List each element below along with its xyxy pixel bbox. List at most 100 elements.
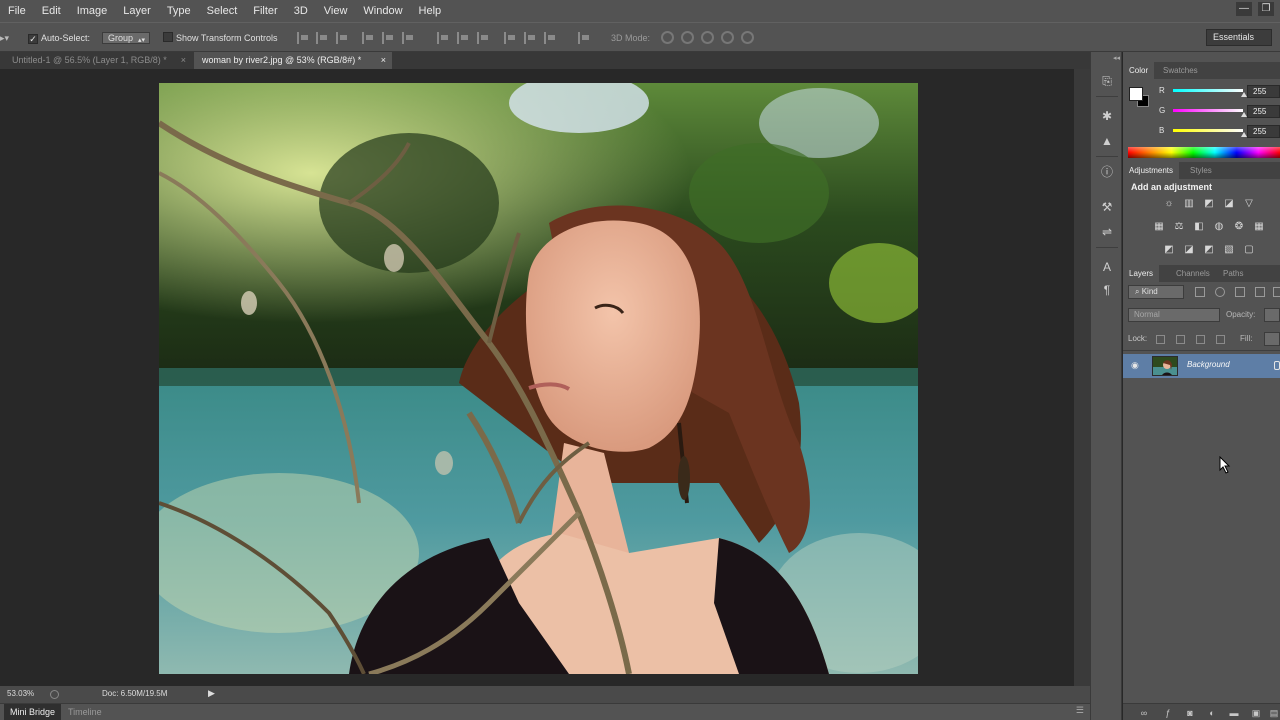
align-horizontal-centers-icon[interactable]: [382, 32, 394, 44]
new-adjustment-layer-icon[interactable]: ◐: [1207, 708, 1217, 718]
tab-color[interactable]: Color: [1123, 62, 1155, 79]
foreground-color-swatch[interactable]: [1129, 87, 1143, 101]
distribute-vertical-centers-icon[interactable]: [457, 32, 469, 44]
tab-adjustments[interactable]: Adjustments: [1123, 162, 1180, 179]
distribute-left-edges-icon[interactable]: [504, 32, 516, 44]
levels-icon[interactable]: ▥: [1183, 198, 1195, 210]
posterize-icon[interactable]: ◪: [1183, 244, 1195, 256]
menu-3d[interactable]: 3D: [286, 0, 316, 22]
layer-row-background[interactable]: ◉ Background: [1123, 354, 1280, 378]
close-icon[interactable]: ×: [181, 52, 186, 69]
delete-layer-icon[interactable]: ▤: [1269, 708, 1279, 718]
align-right-edges-icon[interactable]: [402, 32, 414, 44]
document-image[interactable]: [159, 83, 918, 674]
color-spectrum-ramp[interactable]: [1128, 147, 1280, 158]
align-vertical-centers-icon[interactable]: [316, 32, 328, 44]
tab-paths[interactable]: Paths: [1217, 265, 1249, 282]
rotate-3d-icon[interactable]: [661, 31, 674, 44]
character-icon[interactable]: A: [1100, 260, 1114, 274]
paragraph-icon[interactable]: ¶: [1100, 283, 1114, 297]
minimize-button[interactable]: —: [1236, 2, 1252, 16]
adjustment-layer-filter-icon[interactable]: [1215, 287, 1225, 297]
new-group-icon[interactable]: ▬: [1229, 708, 1239, 718]
scale-3d-icon[interactable]: [741, 31, 754, 44]
add-mask-icon[interactable]: ◙: [1185, 708, 1195, 718]
tab-styles[interactable]: Styles: [1184, 162, 1218, 179]
blue-value[interactable]: 255: [1247, 125, 1280, 138]
brightness-contrast-icon[interactable]: ☼: [1163, 198, 1175, 210]
panel-menu-icon[interactable]: ☰: [1076, 705, 1084, 716]
align-bottom-edges-icon[interactable]: [336, 32, 348, 44]
layer-filter-kind-dropdown[interactable]: ⌕ Kind: [1128, 285, 1184, 299]
menu-view[interactable]: View: [316, 0, 356, 22]
exposure-icon[interactable]: ◪: [1223, 198, 1235, 210]
tool-preset-picker[interactable]: ▸▾: [0, 30, 9, 46]
lock-image-pixels-icon[interactable]: [1176, 335, 1185, 344]
fill-field[interactable]: [1264, 332, 1280, 346]
auto-align-layers-icon[interactable]: [578, 32, 590, 44]
black-white-icon[interactable]: ◧: [1193, 221, 1205, 233]
threshold-icon[interactable]: ◩: [1203, 244, 1215, 256]
tab-woman-by-river[interactable]: woman by river2.jpg @ 53% (RGB/8#) * ×: [194, 52, 392, 69]
collapse-panels-icon[interactable]: ◂◂: [1113, 54, 1120, 62]
smart-object-filter-icon[interactable]: [1273, 287, 1280, 297]
menu-layer[interactable]: Layer: [115, 0, 159, 22]
close-icon[interactable]: ×: [381, 52, 386, 69]
red-value[interactable]: 255: [1247, 85, 1280, 98]
visibility-eye-icon[interactable]: ◉: [1131, 360, 1141, 370]
pixel-layer-filter-icon[interactable]: [1195, 287, 1205, 297]
history-icon[interactable]: ⎘: [1100, 74, 1114, 88]
auto-select-checkbox[interactable]: ✓ Auto-Select:: [28, 30, 90, 46]
hue-saturation-icon[interactable]: ▦: [1153, 221, 1165, 233]
menu-filter[interactable]: Filter: [245, 0, 285, 22]
color-lookup-icon[interactable]: ▦: [1253, 221, 1265, 233]
tab-channels[interactable]: Channels: [1170, 265, 1216, 282]
tool-presets-icon[interactable]: ⇌: [1100, 225, 1114, 239]
photo-filter-icon[interactable]: ◍: [1213, 221, 1225, 233]
info-icon[interactable]: ⓘ: [1100, 165, 1114, 179]
status-menu-arrow-icon[interactable]: ▶: [208, 688, 215, 699]
menu-window[interactable]: Window: [355, 0, 410, 22]
tab-layers[interactable]: Layers: [1123, 265, 1160, 282]
tab-mini-bridge[interactable]: Mini Bridge: [4, 704, 62, 720]
lock-transparent-pixels-icon[interactable]: [1156, 335, 1165, 344]
histogram-icon[interactable]: ▲: [1100, 134, 1114, 148]
show-transform-controls-checkbox[interactable]: Show Transform Controls: [163, 30, 278, 46]
align-left-edges-icon[interactable]: [362, 32, 374, 44]
distribute-bottom-edges-icon[interactable]: [477, 32, 489, 44]
type-layer-filter-icon[interactable]: [1235, 287, 1245, 297]
new-layer-icon[interactable]: ▣: [1251, 708, 1261, 718]
green-value[interactable]: 255: [1247, 105, 1280, 118]
align-top-edges-icon[interactable]: [297, 32, 309, 44]
document-info-icon[interactable]: [50, 690, 59, 699]
color-balance-icon[interactable]: ⚖: [1173, 221, 1185, 233]
opacity-field[interactable]: [1264, 308, 1280, 322]
curves-icon[interactable]: ◩: [1203, 198, 1215, 210]
tab-untitled-1[interactable]: Untitled-1 @ 56.5% (Layer 1, RGB/8) * ×: [4, 52, 192, 69]
menu-help[interactable]: Help: [411, 0, 450, 22]
restore-button[interactable]: ❐: [1258, 2, 1274, 16]
tab-swatches[interactable]: Swatches: [1157, 62, 1204, 79]
brush-settings-icon[interactable]: ✱: [1100, 109, 1114, 123]
blue-slider[interactable]: [1173, 129, 1243, 132]
red-slider[interactable]: [1173, 89, 1243, 92]
menu-select[interactable]: Select: [199, 0, 246, 22]
link-layers-icon[interactable]: ∞: [1139, 708, 1149, 718]
menu-edit[interactable]: Edit: [34, 0, 69, 22]
green-slider[interactable]: [1173, 109, 1243, 112]
menu-file[interactable]: File: [0, 0, 34, 22]
auto-select-target-dropdown[interactable]: Group ▴▾: [102, 32, 151, 44]
channel-mixer-icon[interactable]: ❂: [1233, 221, 1245, 233]
gradient-map-icon[interactable]: ▧: [1223, 244, 1235, 256]
shape-layer-filter-icon[interactable]: [1255, 287, 1265, 297]
properties-icon[interactable]: ⚒: [1100, 200, 1114, 214]
distribute-top-edges-icon[interactable]: [437, 32, 449, 44]
workspace-switcher[interactable]: Essentials: [1206, 29, 1272, 46]
drag-3d-icon[interactable]: [701, 31, 714, 44]
roll-3d-icon[interactable]: [681, 31, 694, 44]
menu-image[interactable]: Image: [69, 0, 116, 22]
layer-style-icon[interactable]: ƒ: [1163, 708, 1173, 718]
blend-mode-dropdown[interactable]: Normal: [1128, 308, 1220, 322]
distribute-right-edges-icon[interactable]: [544, 32, 556, 44]
invert-icon[interactable]: ◩: [1163, 244, 1175, 256]
